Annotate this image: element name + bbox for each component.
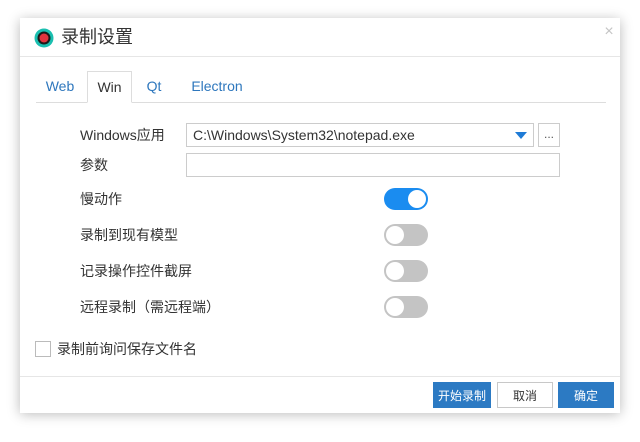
windows-app-select[interactable]: C:\Windows\System32\notepad.exe <box>186 123 534 147</box>
toggle-knob <box>386 226 404 244</box>
windows-app-value: C:\Windows\System32\notepad.exe <box>193 127 415 143</box>
ask-filename-checkbox[interactable] <box>35 341 51 357</box>
windows-app-label: Windows应用 <box>80 127 165 143</box>
params-input[interactable] <box>186 153 560 177</box>
browse-button[interactable]: ... <box>538 123 560 147</box>
chevron-down-icon[interactable] <box>515 132 527 139</box>
tab-electron[interactable]: Electron <box>178 71 256 101</box>
slow-motion-label: 慢动作 <box>80 191 122 207</box>
ask-filename-label: 录制前询问保存文件名 <box>57 341 197 357</box>
toggle-knob <box>386 298 404 316</box>
screenshot-controls-label: 记录操作控件截屏 <box>80 263 192 279</box>
cancel-button[interactable]: 取消 <box>497 382 553 408</box>
record-to-model-label: 录制到现有模型 <box>80 227 178 243</box>
start-record-button[interactable]: 开始录制 <box>433 382 491 408</box>
ok-button[interactable]: 确定 <box>558 382 614 408</box>
tab-bar: Web Win Qt Electron <box>36 71 606 103</box>
dialog-titlebar: 录制设置 × <box>20 18 620 57</box>
tab-win[interactable]: Win <box>87 71 132 103</box>
tab-qt[interactable]: Qt <box>134 71 174 101</box>
params-label: 参数 <box>80 157 108 173</box>
toggle-knob <box>386 262 404 280</box>
record-settings-dialog: 录制设置 × Web Win Qt Electron Windows应用 C:\… <box>20 18 620 413</box>
dialog-title: 录制设置 <box>61 27 133 47</box>
record-icon <box>34 28 54 48</box>
remote-record-label: 远程录制（需远程端） <box>80 299 220 315</box>
slow-motion-toggle[interactable] <box>384 188 428 210</box>
remote-record-toggle[interactable] <box>384 296 428 318</box>
record-to-model-toggle[interactable] <box>384 224 428 246</box>
close-icon[interactable]: × <box>602 24 616 40</box>
screenshot-controls-toggle[interactable] <box>384 260 428 282</box>
toggle-knob <box>408 190 426 208</box>
dialog-footer: 开始录制 取消 确定 <box>20 376 620 413</box>
tab-web[interactable]: Web <box>36 71 84 101</box>
